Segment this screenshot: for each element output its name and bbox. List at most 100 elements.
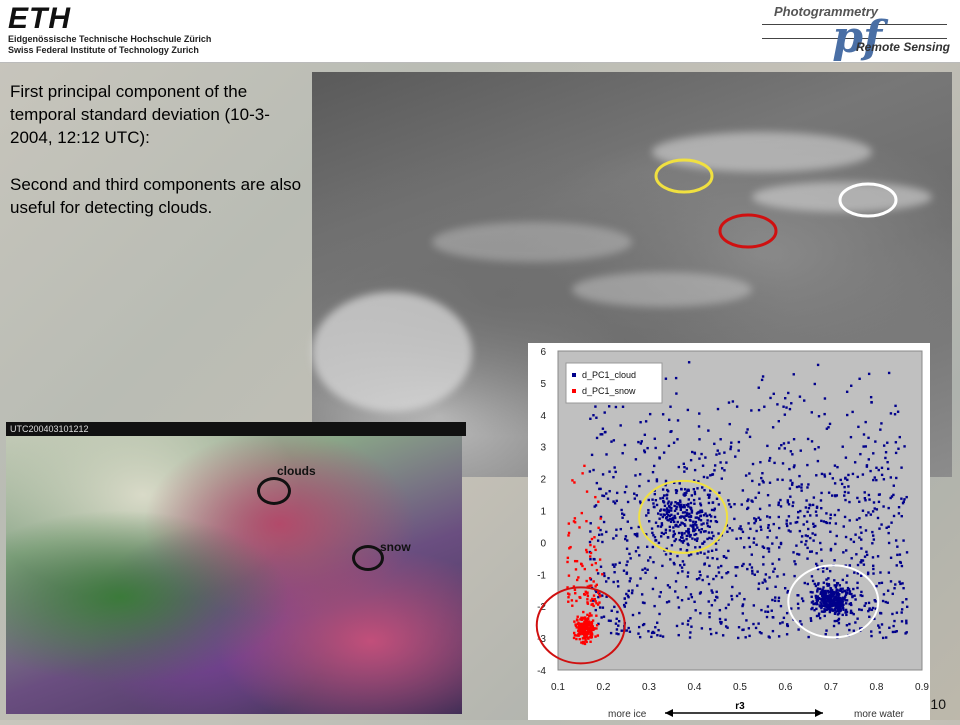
cloud-point (718, 608, 722, 612)
cloud-point (664, 479, 668, 483)
cloud-point (858, 500, 861, 503)
cloud-point (621, 452, 624, 455)
cloud-point (746, 428, 749, 431)
cloud-point (771, 629, 775, 633)
cloud-point (837, 621, 841, 625)
cloud-point (876, 516, 880, 520)
cloud-point (810, 440, 814, 443)
cloud-point (589, 522, 592, 525)
snow-point (595, 568, 599, 572)
annotation-more-water: more water (854, 709, 905, 720)
cloud-point (644, 420, 648, 423)
cloud-point (714, 520, 718, 523)
cloud-point (616, 580, 620, 583)
cloud-point (689, 553, 693, 556)
cloud-point (865, 553, 869, 557)
cloud-point (681, 541, 685, 544)
cloud-point (654, 539, 658, 542)
snow-point (588, 577, 592, 580)
cloud-point (810, 575, 814, 578)
cloud-point (828, 598, 832, 602)
cloud-point (886, 589, 890, 592)
cloud-point (607, 405, 611, 408)
cloud-point (588, 540, 592, 544)
cloud-point (849, 609, 853, 613)
cloud-point (776, 478, 779, 481)
x-tick-label: 0.5 (733, 682, 747, 693)
cloud-point (665, 515, 669, 519)
cloud-point (622, 569, 626, 572)
cloud-point (698, 497, 701, 500)
cloud-point (711, 556, 714, 560)
cloud-point (687, 597, 690, 600)
cloud-point (683, 465, 686, 469)
snow-point (591, 619, 595, 622)
cloud-point (880, 623, 884, 626)
cloud-point (688, 534, 691, 537)
cloud-point (839, 478, 842, 482)
cloud-point (686, 408, 690, 412)
cloud-point (896, 545, 899, 548)
cloud-point (687, 502, 690, 506)
cloud-point (676, 438, 679, 441)
cloud-point (796, 594, 799, 597)
cloud-point (716, 557, 719, 561)
cloud-point (693, 490, 697, 494)
cloud-point (867, 493, 871, 497)
cloud-point (717, 566, 720, 569)
cloud-point (751, 462, 755, 466)
snow-point (566, 556, 570, 560)
cloud-point (864, 602, 868, 605)
x-tick-label: 0.9 (915, 682, 929, 693)
cloud-point (620, 629, 623, 632)
snow-point (579, 630, 583, 634)
cloud-point (754, 519, 757, 523)
cloud-point (646, 446, 649, 450)
cloud-point (658, 517, 661, 520)
cloud-point (853, 571, 856, 574)
cloud-point (647, 479, 650, 483)
cloud-point (659, 591, 663, 594)
cloud-point (816, 590, 819, 593)
snow-point (594, 561, 598, 565)
snow-point (589, 543, 592, 547)
cloud-point (828, 422, 832, 426)
snow-point (580, 641, 583, 644)
cloud-point (738, 527, 741, 530)
cloud-point (741, 530, 745, 534)
cloud-point (684, 518, 687, 522)
cloud-point (822, 581, 826, 584)
cloud-point (782, 616, 786, 620)
cloud-point (659, 497, 662, 500)
cloud-point (681, 560, 685, 563)
cloud-point (820, 599, 824, 602)
cloud-point (766, 610, 770, 614)
text-paragraph-2: Second and third components are also use… (10, 175, 302, 217)
cloud-point (816, 587, 820, 590)
cloud-point (877, 500, 881, 504)
cloud-point (688, 512, 691, 516)
cloud-point (854, 598, 857, 601)
cloud-point (905, 621, 908, 625)
cloud-point (771, 542, 774, 545)
cloud-point (740, 503, 743, 506)
cloud-point (710, 589, 713, 592)
cloud-point (815, 474, 818, 477)
cloud-point (848, 602, 851, 606)
cloud-point (599, 433, 602, 436)
cloud-point (712, 534, 715, 538)
cloud-point (766, 493, 770, 497)
cloud-point (672, 441, 676, 444)
cloud-point (634, 533, 638, 537)
cloud-point (764, 580, 767, 583)
cloud-point (838, 584, 842, 587)
cloud-point (882, 444, 886, 447)
cloud-point (798, 474, 801, 478)
cloud-point (691, 537, 694, 540)
cloud-point (614, 563, 617, 566)
cloud-point (776, 403, 779, 406)
cloud-point (871, 542, 874, 545)
cloud-point (710, 549, 714, 552)
snow-point (573, 634, 577, 637)
cloud-point (777, 599, 780, 603)
